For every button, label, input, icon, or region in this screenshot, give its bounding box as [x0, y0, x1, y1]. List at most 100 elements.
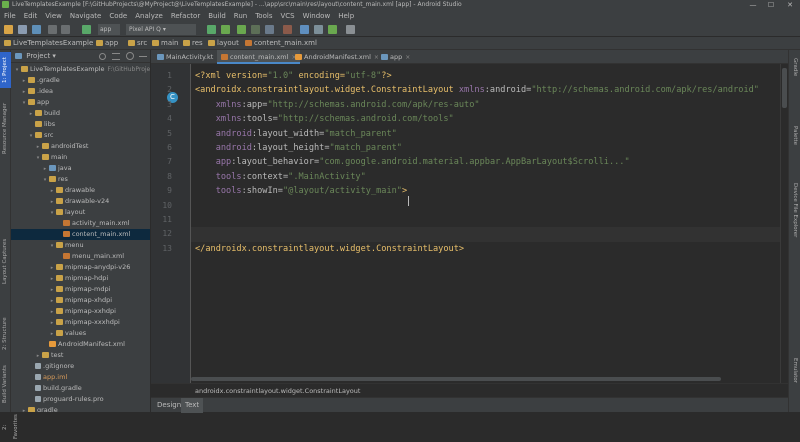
code-line[interactable] — [191, 227, 788, 242]
tree-item[interactable]: ▸ mipmap-xxhdpi — [11, 306, 150, 317]
tool-window-device-file-explorer[interactable]: Device File Explorer — [789, 170, 800, 250]
tree-item[interactable]: ▸ java — [11, 163, 150, 174]
breadcrumb-layout[interactable]: layout — [208, 37, 239, 50]
menu-tools[interactable]: Tools — [251, 10, 276, 22]
tree-item[interactable]: ▾ menu — [11, 240, 150, 251]
breadcrumb-main[interactable]: main — [152, 37, 179, 50]
hide-icon[interactable] — [139, 56, 147, 57]
tree-item[interactable]: ▾ res — [11, 174, 150, 185]
tree-item[interactable]: ▸ test — [11, 350, 150, 361]
code-line[interactable]: xmlns:app="http://schemas.android.com/ap… — [195, 98, 480, 112]
tab-text[interactable]: Text — [181, 398, 204, 413]
apply-changes-icon[interactable] — [221, 25, 230, 34]
tree-item[interactable]: ▾ main — [11, 152, 150, 163]
menu-file[interactable]: File — [0, 10, 20, 22]
run-config-app[interactable]: app — [98, 24, 120, 35]
debug-icon[interactable] — [237, 25, 246, 34]
avd-manager-icon[interactable] — [314, 25, 323, 34]
tree-item[interactable]: ▾ app — [11, 97, 150, 108]
code-line[interactable]: android:layout_height="match_parent" — [195, 141, 402, 155]
sdk-manager-icon[interactable] — [328, 25, 337, 34]
back-icon[interactable] — [48, 25, 57, 34]
scroll-thumb[interactable] — [782, 68, 787, 108]
profile-icon[interactable] — [251, 25, 260, 34]
menu-edit[interactable]: Edit — [20, 10, 42, 22]
breadcrumb-src[interactable]: src — [128, 37, 147, 50]
tree-item[interactable]: ▾ src — [11, 130, 150, 141]
tool-window-2-favorites[interactable]: 2: Favorites — [0, 412, 19, 442]
tree-item[interactable]: ▾LiveTemplatesExampleF:\GitHubProjects\@ — [11, 64, 150, 75]
menu-code[interactable]: Code — [105, 10, 131, 22]
tool-window-emulator[interactable]: Emulator — [789, 350, 800, 390]
tool-window-1-project[interactable]: 1: Project — [0, 52, 11, 88]
tree-item[interactable]: AndroidManifest.xml — [11, 339, 150, 350]
tree-item[interactable]: proguard-rules.pro — [11, 394, 150, 405]
make-project-icon[interactable] — [82, 25, 91, 34]
tab-content-main-xml[interactable]: content_main.xml × — [217, 50, 301, 64]
tree-item[interactable]: menu_main.xml — [11, 251, 150, 262]
menu-view[interactable]: View — [41, 10, 66, 22]
maximize-button[interactable]: ☐ — [762, 0, 780, 10]
project-view-selector[interactable]: Project — [26, 52, 50, 60]
tree-item[interactable]: ▸ .idea — [11, 86, 150, 97]
code-line[interactable]: <?xml version="1.0" encoding="utf-8"?> — [195, 69, 392, 83]
breadcrumb-app[interactable]: app — [96, 37, 118, 50]
close-button[interactable]: ✕ — [781, 0, 799, 10]
code-editor[interactable]: <?xml version="1.0" encoding="utf-8"?> <a… — [191, 64, 788, 397]
breadcrumb-res[interactable]: res — [183, 37, 203, 50]
tree-item[interactable]: ▸ mipmap-xxxhdpi — [11, 317, 150, 328]
menu-window[interactable]: Window — [299, 10, 335, 22]
tree-item[interactable]: ▾ layout — [11, 207, 150, 218]
run-icon[interactable] — [207, 25, 216, 34]
code-line[interactable]: android:layout_width="match_parent" — [195, 127, 397, 141]
vertical-scrollbar[interactable] — [780, 64, 788, 383]
search-icon[interactable] — [346, 25, 355, 34]
menu-help[interactable]: Help — [334, 10, 358, 22]
tool-window-gradle[interactable]: Gradle — [789, 52, 800, 82]
menu-refactor[interactable]: Refactor — [167, 10, 204, 22]
collapse-icon[interactable] — [112, 53, 120, 60]
tool-window-layout-captures[interactable]: Layout Captures — [0, 236, 11, 286]
tool-window-2-structure[interactable]: 2: Structure — [0, 312, 11, 356]
tree-item[interactable]: app.iml — [11, 372, 150, 383]
chevron-right-icon[interactable]: ▸ — [20, 406, 28, 412]
gear-icon[interactable] — [126, 52, 134, 60]
open-folder-icon[interactable] — [4, 25, 13, 34]
close-tab-icon[interactable]: × — [405, 54, 410, 61]
code-line[interactable]: app:layout_behavior="com.google.android.… — [195, 155, 630, 169]
tree-item[interactable]: ▸ drawable — [11, 185, 150, 196]
tab-mainactivity-kt[interactable]: MainActivity.kt× — [153, 50, 225, 64]
menu-build[interactable]: Build — [204, 10, 230, 22]
locate-icon[interactable] — [99, 53, 106, 60]
xml-breadcrumb[interactable]: androidx.constraintlayout.widget.Constra… — [151, 383, 788, 397]
tree-item[interactable]: ▸ drawable-v24 — [11, 196, 150, 207]
tree-item[interactable]: build.gradle — [11, 383, 150, 394]
menu-analyze[interactable]: Analyze — [131, 10, 167, 22]
tree-item[interactable]: ▸ build — [11, 108, 150, 119]
stop-icon[interactable] — [283, 25, 292, 34]
horizontal-scrollbar[interactable] — [191, 376, 780, 382]
tree-item[interactable]: ▸ mipmap-hdpi — [11, 273, 150, 284]
breadcrumb-content-main-xml[interactable]: content_main.xml — [245, 37, 317, 50]
tool-window-build-variants[interactable]: Build Variants — [0, 362, 11, 406]
code-line[interactable]: <androidx.constraintlayout.widget.Constr… — [195, 83, 759, 97]
tool-window-palette[interactable]: Palette — [789, 116, 800, 156]
tree-item[interactable]: activity_main.xml — [11, 218, 150, 229]
menu-vcs[interactable]: VCS — [276, 10, 298, 22]
save-all-icon[interactable] — [18, 25, 27, 34]
device-selector[interactable]: Pixel API Q ▾ — [126, 24, 196, 35]
code-line[interactable]: tools:showIn="@layout/activity_main"> — [195, 184, 407, 198]
breadcrumb-livetemplatesexample[interactable]: LiveTemplatesExample — [4, 37, 93, 50]
tab-app[interactable]: app × — [377, 50, 414, 64]
tree-item[interactable]: ▸ mipmap-xhdpi — [11, 295, 150, 306]
chevron-down-icon[interactable]: ▾ — [52, 52, 56, 60]
code-line[interactable]: xmlns:tools="http://schemas.android.com/… — [195, 112, 454, 126]
attach-debugger-icon[interactable] — [265, 25, 274, 34]
tree-item[interactable]: .gitignore — [11, 361, 150, 372]
scroll-thumb[interactable] — [191, 377, 721, 381]
tree-item[interactable]: ▸ gradle — [11, 405, 150, 412]
sync-icon[interactable] — [32, 25, 41, 34]
menu-navigate[interactable]: Navigate — [66, 10, 105, 22]
tree-item[interactable]: ▸ values — [11, 328, 150, 339]
minimize-button[interactable]: — — [744, 0, 762, 10]
